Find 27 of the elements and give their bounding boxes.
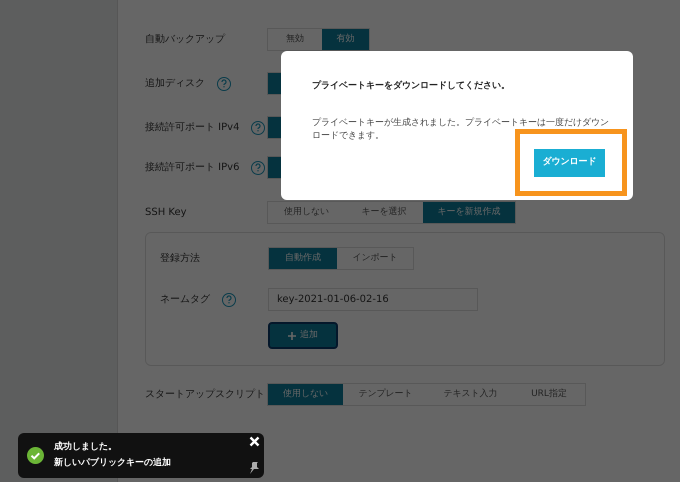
- field-label: 自動バックアップ: [145, 32, 225, 47]
- field-label: 接続許可ポート IPv6: [145, 160, 240, 175]
- close-button[interactable]: [249, 436, 260, 447]
- field-label: 追加ディスク: [145, 76, 205, 91]
- segment-option[interactable]: 使用しない: [268, 384, 343, 405]
- help-icon[interactable]: [222, 292, 236, 306]
- field-label: 登録方法: [160, 252, 201, 266]
- dialog-title: プライベートキーをダウンロードしてください。: [312, 80, 510, 93]
- field-label: スタートアップスクリプト: [145, 388, 266, 402]
- field-label: ネームタグ: [160, 293, 210, 307]
- field-label: SSH Key: [145, 206, 187, 220]
- segment-option[interactable]: 有効: [322, 29, 369, 50]
- help-icon[interactable]: [217, 76, 231, 90]
- toast-title: 成功しました。: [54, 440, 118, 454]
- name-tag-field[interactable]: key-2021-01-06-02-16: [268, 288, 478, 311]
- download-button[interactable]: ダウンロード: [534, 149, 605, 177]
- plus-icon: [288, 332, 296, 340]
- add-button[interactable]: 追加: [268, 322, 338, 349]
- help-icon[interactable]: [251, 160, 266, 174]
- segment-option[interactable]: キーを新規作成: [423, 202, 515, 223]
- check-circle-icon: [27, 447, 44, 464]
- segment-option[interactable]: 自動作成: [269, 248, 337, 269]
- help-icon[interactable]: [251, 120, 266, 134]
- pin-icon[interactable]: [249, 462, 259, 474]
- field-label: 接続許可ポート IPv4: [145, 120, 240, 135]
- toast-message: 新しいパブリックキーの追加: [54, 457, 171, 470]
- dialog-message: プライベートキーが生成されました。プライベートキーは一度だけダウンロードできます。: [312, 117, 610, 143]
